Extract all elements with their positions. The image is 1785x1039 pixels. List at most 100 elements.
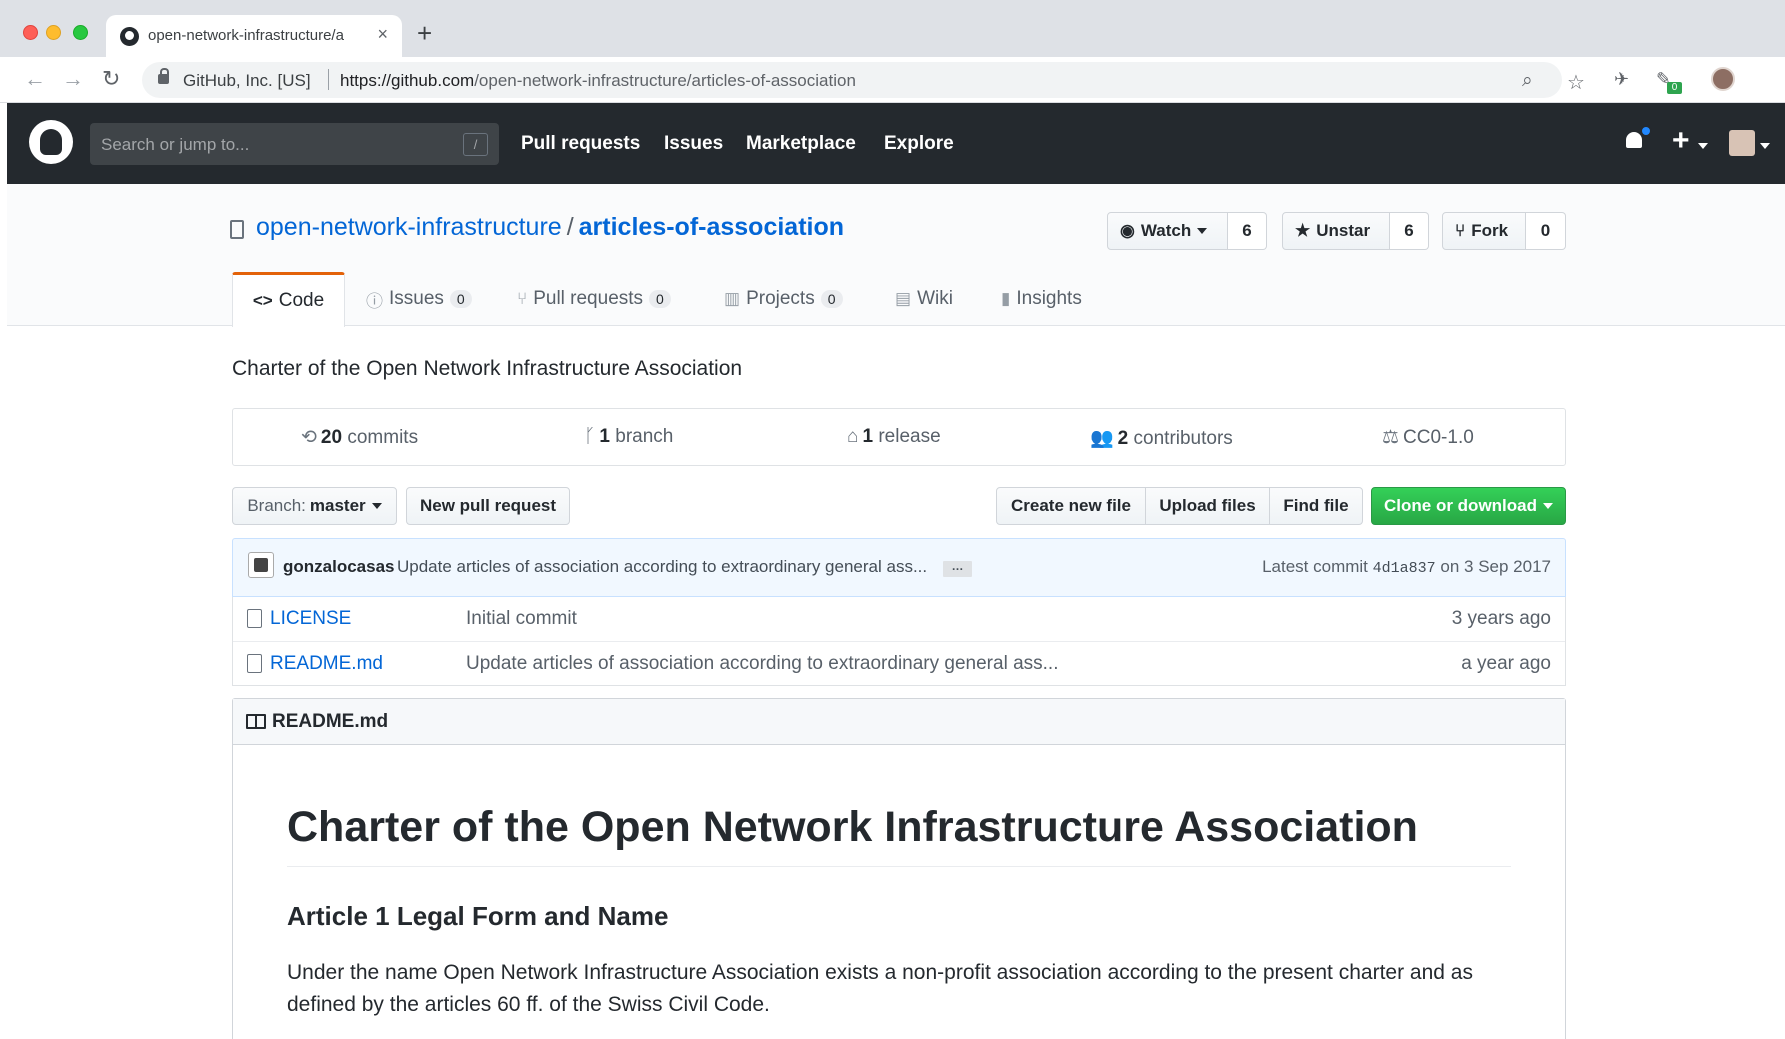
contributors-count: 2 [1117, 428, 1129, 449]
find-file-button[interactable]: Find file [1269, 487, 1363, 525]
new-pull-request-button[interactable]: New pull request [406, 487, 570, 525]
contributors-link[interactable]: 👥 2 contributors [1090, 426, 1233, 450]
unread-notification-dot [1640, 125, 1652, 137]
issue-icon: ⓘ [366, 291, 383, 311]
commit-message[interactable]: Update articles of association according… [397, 557, 927, 577]
zoom-window-button[interactable] [73, 25, 88, 40]
nav-issues[interactable]: Issues [664, 133, 723, 155]
project-icon: ▥ [724, 289, 741, 308]
reload-button[interactable]: ↻ [102, 66, 120, 92]
unstar-button[interactable]: ★ Unstar [1282, 212, 1390, 250]
bookmark-star-icon[interactable]: ☆ [1567, 70, 1585, 95]
url-text[interactable]: https://github.com/open-network-infrastr… [340, 71, 856, 91]
branch-select[interactable]: Branch: master [232, 487, 397, 525]
create-new-button[interactable]: + [1672, 126, 1690, 156]
branch-count: 1 [599, 426, 610, 447]
repo-summary: ⟲ 20 commits ᚴ1 branch ⌂ 1 release 👥 2 cont… [232, 408, 1566, 466]
tab-issues[interactable]: ⓘ Issues 0 [366, 272, 472, 326]
release-count: 1 [862, 426, 874, 447]
watch-caret-icon [1197, 228, 1208, 234]
commit-date: on 3 Sep 2017 [1440, 557, 1551, 576]
search-placeholder: Search or jump to... [101, 135, 250, 154]
license-link[interactable]: ⚖ CC0-1.0 [1382, 426, 1474, 449]
commit-author[interactable]: gonzalocasas [283, 557, 395, 577]
file-name-link[interactable]: README.md [270, 653, 383, 675]
watch-count[interactable]: 6 [1228, 212, 1267, 250]
create-new-file-button[interactable]: Create new file [996, 487, 1146, 525]
tab-close-icon[interactable]: × [377, 24, 388, 45]
latest-commit-info: Latest commit 4d1a837 on 3 Sep 2017 [1262, 557, 1551, 577]
search-input[interactable]: Search or jump to... / [90, 123, 499, 165]
repo-owner-link[interactable]: open-network-infrastructure [256, 213, 562, 241]
repo-description: Charter of the Open Network Infrastructu… [232, 357, 743, 380]
releases-link[interactable]: ⌂ 1 release [847, 426, 941, 448]
site-identity[interactable]: GitHub, Inc. [US] [183, 71, 311, 91]
address-bar[interactable]: GitHub, Inc. [US] https://github.com/ope… [142, 62, 1585, 98]
file-age: 3 years ago [1451, 608, 1551, 629]
nav-explore[interactable]: Explore [884, 133, 954, 155]
star-group: ★ Unstar 6 [1282, 212, 1429, 250]
create-new-caret-icon [1698, 143, 1708, 149]
eye-icon: ◉ [1120, 221, 1135, 240]
readme-subheading: Article 1 Legal Form and Name [287, 901, 669, 931]
nav-marketplace[interactable]: Marketplace [746, 133, 856, 155]
star-count[interactable]: 6 [1390, 212, 1429, 250]
back-button[interactable]: ← [24, 66, 46, 92]
tab-pull-requests[interactable]: ⑂ Pull requests 0 [517, 272, 671, 326]
readme-paragraph: Under the name Open Network Infrastructu… [287, 961, 1473, 1016]
repo-title-separator: / [566, 213, 574, 241]
readme-box: README.md Charter of the Open Network In… [232, 698, 1566, 1039]
fork-group: ⑂ Fork 0 [1442, 212, 1566, 250]
watch-label: Watch [1140, 221, 1192, 240]
tab-projects[interactable]: ▥ Projects 0 [724, 272, 843, 326]
clone-caret-icon [1543, 503, 1553, 509]
tab-issues-label: Issues [389, 288, 444, 309]
committer-avatar[interactable] [248, 552, 274, 578]
file-icon [247, 609, 262, 628]
minimize-window-button[interactable] [46, 25, 61, 40]
forward-button[interactable]: → [62, 66, 84, 92]
tab-wiki-label: Wiki [917, 288, 953, 309]
clone-or-download-button[interactable]: Clone or download [1371, 487, 1566, 525]
close-window-button[interactable] [23, 25, 38, 40]
book-icon [246, 714, 266, 729]
readme-title: README.md [272, 711, 389, 732]
repo-name-link[interactable]: articles-of-association [579, 213, 844, 241]
browser-tab[interactable]: open-network-infrastructure/a × [106, 15, 402, 57]
zoom-icon[interactable]: ⌕ [1522, 70, 1533, 92]
commits-link[interactable]: ⟲ 20 commits [301, 426, 418, 449]
watch-button[interactable]: ◉ Watch [1107, 212, 1228, 250]
commits-count: 20 [320, 427, 343, 448]
nav-pull-requests[interactable]: Pull requests [521, 133, 640, 155]
unstar-label: Unstar [1316, 221, 1371, 240]
branch-caret-icon [371, 503, 382, 509]
extension-pin-icon[interactable]: ✈ [1614, 69, 1629, 90]
file-name-link[interactable]: LICENSE [270, 608, 351, 630]
tab-insights[interactable]: ▮ Insights [1001, 272, 1082, 326]
file-commit-message[interactable]: Update articles of association according… [466, 653, 1058, 675]
tab-code-label: Code [278, 290, 325, 311]
commit-sha[interactable]: 4d1a837 [1373, 560, 1436, 577]
tab-code[interactable]: <> Code [232, 272, 345, 327]
fork-count[interactable]: 0 [1526, 212, 1566, 250]
branch-label: branch [615, 426, 674, 447]
tab-wiki[interactable]: ▤ Wiki [895, 272, 953, 326]
table-row: README.md Update articles of association… [233, 641, 1565, 685]
github-header: Search or jump to... / Pull requests Iss… [7, 103, 1785, 184]
browser-profile-avatar[interactable] [1711, 67, 1735, 91]
file-commit-message[interactable]: Initial commit [466, 608, 577, 630]
law-icon: ⚖ [1382, 427, 1400, 448]
branches-link[interactable]: ᚴ1 branch [584, 426, 673, 448]
new-tab-button[interactable]: + [417, 20, 432, 46]
readme-heading: Charter of the Open Network Infrastructu… [287, 803, 1511, 867]
expand-commit-message-button[interactable]: … [943, 560, 972, 577]
upload-files-button[interactable]: Upload files [1145, 487, 1270, 525]
branch-name: master [309, 496, 366, 515]
github-logo-icon[interactable] [29, 120, 73, 164]
file-list: LICENSE Initial commit 3 years ago READM… [232, 597, 1566, 686]
repo-icon [230, 220, 244, 239]
file-icon [247, 654, 262, 673]
release-label: release [878, 426, 941, 447]
fork-button[interactable]: ⑂ Fork [1442, 212, 1526, 250]
user-avatar[interactable] [1729, 130, 1755, 156]
